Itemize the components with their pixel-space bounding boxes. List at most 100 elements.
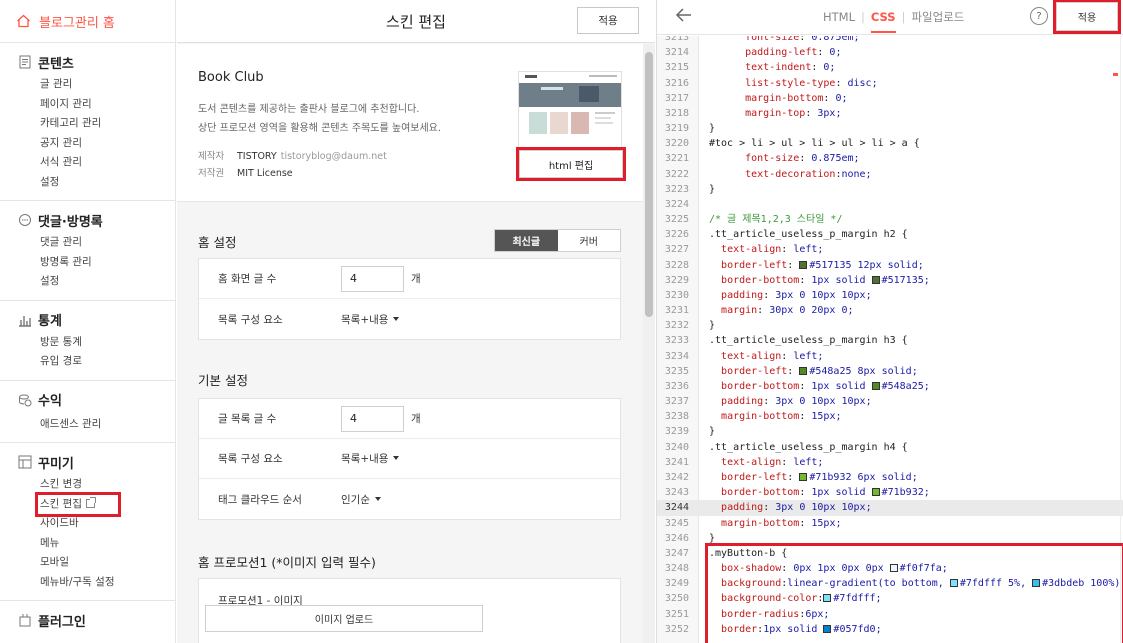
- code-line[interactable]: 3234 text-align: left;: [657, 349, 1123, 364]
- css-code-editor[interactable]: 3213 font-size: 0.875em; 3214 padding-lef…: [657, 36, 1123, 643]
- code-line[interactable]: 3226 .tt_article_useless_p_margin h2 {: [657, 227, 1123, 242]
- sidebar-item-content-settings[interactable]: 설정: [18, 173, 175, 193]
- list-layout-select[interactable]: 목록+내용: [341, 451, 400, 466]
- code-line[interactable]: 3245 margin-bottom: 15px;: [657, 516, 1123, 531]
- code-line[interactable]: 3228 border-left: #517135 12px solid;: [657, 258, 1123, 273]
- sidebar-item-mobile[interactable]: 모바일: [18, 553, 175, 573]
- list-post-count-input[interactable]: 4: [341, 405, 404, 432]
- html-edit-button[interactable]: html 편집: [516, 147, 626, 181]
- sidebar-item-comment-manage[interactable]: 댓글 관리: [18, 233, 175, 253]
- tab-file-upload[interactable]: 파일업로드: [908, 9, 967, 25]
- code-line[interactable]: 3222 text-decoration:none;: [657, 167, 1123, 182]
- code-line[interactable]: 3236 border-bottom: 1px solid #548a25;: [657, 379, 1123, 394]
- code-line[interactable]: 3218 margin-top: 3px;: [657, 106, 1123, 121]
- image-upload-button[interactable]: 이미지 업로드: [205, 605, 483, 632]
- sidebar-head-design[interactable]: 꾸미기: [18, 453, 175, 472]
- code-line[interactable]: 3217 margin-bottom: 0;: [657, 91, 1123, 106]
- code-line[interactable]: 3227 text-align: left;: [657, 242, 1123, 257]
- code-line[interactable]: 3244 padding: 3px 0 10px 10px;: [657, 500, 1123, 516]
- code-line[interactable]: 3246}: [657, 531, 1123, 546]
- code-line[interactable]: 3213 font-size: 0.875em;: [657, 36, 1123, 45]
- sidebar-item-guestbook-manage[interactable]: 방명록 관리: [18, 253, 175, 273]
- code-line[interactable]: 3235 border-left: #548a25 8px solid;: [657, 364, 1123, 379]
- back-arrow-icon[interactable]: [675, 7, 693, 23]
- help-icon[interactable]: ?: [1030, 7, 1048, 25]
- code-line[interactable]: 3238 margin-bottom: 15px;: [657, 409, 1123, 424]
- code-line[interactable]: 3237 padding: 3px 0 10px 10px;: [657, 394, 1123, 409]
- color-swatch[interactable]: [799, 366, 808, 375]
- sidebar-item-menu[interactable]: 메뉴: [18, 534, 175, 554]
- color-swatch[interactable]: [889, 564, 898, 573]
- color-swatch[interactable]: [871, 381, 880, 390]
- sidebar-item-sidebar[interactable]: 사이드바: [18, 514, 175, 534]
- apply-button[interactable]: 적용: [577, 7, 639, 34]
- color-swatch[interactable]: [1032, 579, 1041, 588]
- plugin-icon: [19, 614, 31, 627]
- code-line[interactable]: 3229 border-bottom: 1px solid #517135;: [657, 273, 1123, 288]
- code-line[interactable]: 3242 border-left: #71b932 6px solid;: [657, 470, 1123, 485]
- skin-settings-scroll[interactable]: Book Club 도서 콘텐츠를 제공하는 출판사 블로그에 추천합니다. 상…: [177, 44, 643, 643]
- code-line[interactable]: 3220 #toc > li > ul > li > ul > li > a {: [657, 136, 1123, 151]
- code-text: border-bottom: 1px solid #548a25;: [721, 380, 930, 392]
- code-line[interactable]: 3216 list-style-type: disc;: [657, 76, 1123, 91]
- color-swatch[interactable]: [823, 594, 832, 603]
- color-swatch[interactable]: [871, 275, 880, 284]
- sidebar-item-category-manage[interactable]: 카테고리 관리: [18, 114, 175, 134]
- scrollbar-thumb[interactable]: [645, 52, 653, 317]
- code-text: padding: 3px 0 10px 10px;: [721, 396, 872, 408]
- code-line[interactable]: 3250 background-color: #7fdfff;: [657, 591, 1123, 606]
- code-line[interactable]: 3251 border-radius:6px;: [657, 607, 1123, 622]
- color-swatch[interactable]: [949, 579, 958, 588]
- sidebar-head-revenue[interactable]: 수익: [18, 391, 175, 409]
- color-swatch[interactable]: [823, 624, 832, 633]
- tag-cloud-order-select[interactable]: 인기순: [341, 492, 381, 507]
- code-line[interactable]: 3219}: [657, 121, 1123, 136]
- sidebar-item-post-manage[interactable]: 글 관리: [18, 75, 175, 95]
- code-line[interactable]: 3239}: [657, 424, 1123, 439]
- code-line[interactable]: 3240 .tt_article_useless_p_margin h4 {: [657, 440, 1123, 455]
- sidebar-head-content[interactable]: 콘텐츠: [18, 53, 175, 72]
- code-line[interactable]: 3248 box-shadow: 0px 1px 0px 0px #f0f7fa…: [657, 561, 1123, 576]
- code-line[interactable]: 3247 .myButton-b {: [657, 546, 1123, 561]
- code-line[interactable]: 3249 background:linear-gradient(to botto…: [657, 576, 1123, 591]
- sidebar-head-plugin[interactable]: 플러그인: [18, 611, 175, 630]
- sidebar-head-comments[interactable]: 댓글·방명록: [18, 211, 175, 230]
- code-line[interactable]: 3214 padding-left: 0;: [657, 45, 1123, 60]
- color-swatch[interactable]: [871, 488, 880, 497]
- code-line[interactable]: 3224: [657, 197, 1123, 212]
- sidebar-item-adsense[interactable]: 애드센스 관리: [18, 415, 175, 435]
- sidebar-item-referrer[interactable]: 유입 경로: [18, 352, 175, 372]
- sidebar-home-link[interactable]: 블로그관리 홈: [0, 0, 175, 43]
- cover-option[interactable]: 커버: [558, 230, 621, 251]
- code-text: }: [709, 320, 716, 332]
- sidebar-item-comment-settings[interactable]: 설정: [18, 272, 175, 292]
- sidebar-item-menubar-subscribe[interactable]: 메뉴바/구독 설정: [18, 573, 175, 593]
- home-layout-select[interactable]: 목록+내용: [341, 312, 400, 327]
- sidebar-item-template-manage[interactable]: 서식 관리: [18, 153, 175, 173]
- sidebar-item-notice-manage[interactable]: 공지 관리: [18, 134, 175, 154]
- tab-css[interactable]: CSS: [868, 10, 899, 33]
- code-line[interactable]: 3231 margin: 30px 0 20px 0;: [657, 303, 1123, 318]
- sidebar-item-skin-edit[interactable]: 스킨 편집: [35, 491, 121, 517]
- code-line[interactable]: 3215 text-indent: 0;: [657, 60, 1123, 75]
- color-swatch[interactable]: [799, 260, 808, 269]
- code-line[interactable]: 3241 text-align: left;: [657, 455, 1123, 470]
- latest-posts-option[interactable]: 최신글: [495, 230, 558, 251]
- code-line[interactable]: 3223}: [657, 182, 1123, 197]
- sidebar-head-stats[interactable]: 통계: [18, 311, 175, 329]
- code-line[interactable]: 3233 .tt_article_useless_p_margin h3 {: [657, 333, 1123, 348]
- code-line[interactable]: 3230 padding: 3px 0 10px 10px;: [657, 288, 1123, 303]
- code-line[interactable]: 3252 border:1px solid #057fd0;: [657, 622, 1123, 637]
- tab-html[interactable]: HTML: [820, 10, 858, 24]
- home-post-count-input[interactable]: 4: [341, 265, 404, 292]
- editor-apply-button[interactable]: 적용: [1053, 0, 1121, 34]
- sidebar-item-visit-stats[interactable]: 방문 통계: [18, 333, 175, 353]
- line-number: 3251: [664, 608, 689, 620]
- sidebar-item-page-manage[interactable]: 페이지 관리: [18, 95, 175, 115]
- code-line[interactable]: 3243 border-bottom: 1px solid #71b932;: [657, 485, 1123, 500]
- code-line[interactable]: 3221 font-size: 0.875em;: [657, 151, 1123, 166]
- code-line[interactable]: 3232}: [657, 318, 1123, 333]
- color-swatch[interactable]: [799, 472, 808, 481]
- code-line[interactable]: 3225 /* 글 제목1,2,3 스타일 */: [657, 212, 1123, 227]
- sidebar-item-skin-change[interactable]: 스킨 변경: [18, 475, 175, 495]
